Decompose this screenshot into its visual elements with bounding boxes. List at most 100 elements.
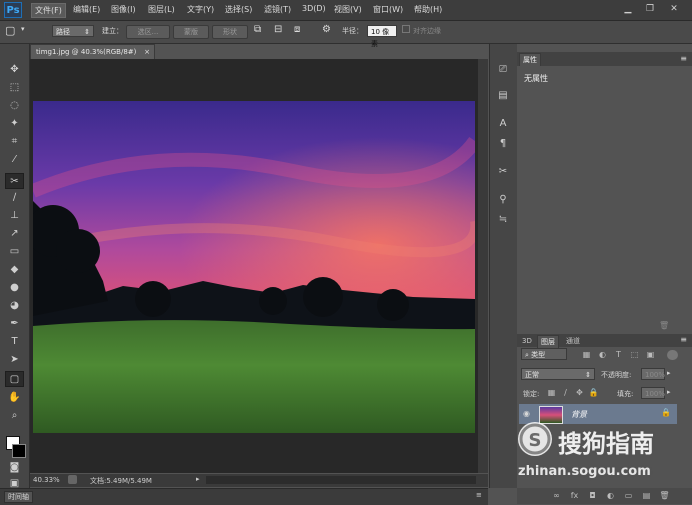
tab-layers[interactable]: 图层 [537, 335, 559, 348]
move-tool-icon[interactable]: ✥ [5, 62, 24, 78]
vertical-scrollbar[interactable] [478, 59, 488, 473]
marquee-tool-icon[interactable]: ⬚ [5, 80, 24, 96]
menu-image[interactable]: 图像(I) [111, 4, 136, 15]
properties-header: 属性 ≡ [517, 52, 692, 66]
tool-preset-arrow-icon[interactable]: ▾ [21, 25, 25, 33]
character-panel-icon[interactable]: A [494, 116, 512, 132]
filter-adjustment-icon[interactable]: ◐ [597, 350, 608, 360]
close-button[interactable]: ✕ [666, 3, 682, 15]
type-tool-icon[interactable]: T [5, 334, 24, 350]
healing-brush-tool-icon[interactable]: ✂ [5, 173, 24, 189]
lock-position-icon[interactable]: ✥ [574, 388, 585, 398]
brush-tool-icon[interactable]: ∕ [5, 190, 24, 206]
layer-filter-select[interactable]: ⌕ 类型 [521, 348, 567, 360]
tool-mode-select[interactable]: 路径 ⇕ [52, 25, 94, 37]
paint-bucket-tool-icon[interactable]: ◆ [5, 262, 24, 278]
path-alignment-icon[interactable]: ⊟ [274, 24, 282, 35]
document-size: 文档:5.49M/5.49M [90, 477, 152, 485]
layers-menu-icon[interactable]: ≡ [680, 335, 687, 344]
mask-button[interactable]: 蒙版 [173, 25, 209, 39]
menu-select[interactable]: 选择(S) [225, 4, 252, 15]
menu-window[interactable]: 窗口(W) [373, 4, 403, 15]
menu-type[interactable]: 文字(Y) [187, 4, 214, 15]
minimize-button[interactable]: ▁ [620, 3, 636, 15]
horizontal-scrollbar[interactable] [206, 476, 476, 484]
blur-tool-icon[interactable]: ● [5, 280, 24, 296]
shape-button[interactable]: 形状 [212, 25, 248, 39]
opacity-input[interactable]: 100% [641, 368, 665, 380]
panel-menu-icon[interactable]: ≡ [680, 54, 687, 63]
clone-stamp-tool-icon[interactable]: ⊥ [5, 208, 24, 224]
lock-all-icon[interactable]: 🔒 [588, 388, 599, 398]
menu-file[interactable]: 文件(F) [31, 3, 66, 18]
menu-help[interactable]: 帮助(H) [414, 4, 442, 15]
gear-icon[interactable]: ⚙ [322, 24, 331, 35]
document-tab[interactable]: timg1.jpg @ 40.3%(RGB/8#) × [30, 44, 155, 59]
magic-wand-tool-icon[interactable]: ✦ [5, 116, 24, 132]
dropdown-arrow-icon: ⇕ [585, 371, 591, 379]
document-tab-title: timg1.jpg @ 40.3%(RGB/8#) [36, 48, 137, 56]
lasso-tool-icon[interactable]: ◌ [5, 98, 24, 114]
timeline-tab[interactable]: 时间轴 [4, 491, 33, 503]
document-image[interactable] [33, 101, 475, 433]
shape-tool-icon[interactable]: ▢ [5, 371, 24, 387]
svg-text:S: S [529, 430, 542, 451]
align-edges-label: 对齐边缘 [413, 27, 441, 35]
history-panel-icon[interactable]: ⎚ [494, 62, 512, 78]
menu-3d[interactable]: 3D(D) [302, 4, 326, 13]
menu-edit[interactable]: 编辑(E) [73, 4, 100, 15]
zoom-tool-icon[interactable]: ⌕ [5, 408, 24, 424]
opacity-arrow-icon[interactable]: ▸ [667, 369, 671, 377]
filter-shape-icon[interactable]: ⬚ [629, 350, 640, 360]
path-selection-tool-icon[interactable]: ➤ [5, 352, 24, 368]
fill-input[interactable]: 100% [641, 387, 665, 399]
menu-filter[interactable]: 滤镜(T) [264, 4, 291, 15]
brush-presets-icon[interactable]: ⚲ [494, 192, 512, 208]
properties-tab[interactable]: 属性 [519, 53, 541, 66]
eraser-tool-icon[interactable]: ▭ [5, 244, 24, 260]
status-bar: 40.33% 文档:5.49M/5.49M ▸ [30, 474, 488, 487]
hand-tool-icon[interactable]: ✋ [5, 390, 24, 406]
rounded-rect-tool-icon[interactable]: ▢ [5, 24, 15, 37]
timeline-menu-icon[interactable]: ≡ [476, 491, 482, 499]
background-color-swatch[interactable] [12, 444, 26, 458]
actions-panel-icon[interactable]: ▤ [494, 88, 512, 104]
align-edges-checkbox[interactable] [402, 25, 410, 33]
properties-trash-icon[interactable]: 🗑 [659, 321, 669, 330]
menu-view[interactable]: 视图(V) [334, 4, 362, 15]
lock-transparency-icon[interactable]: ▦ [546, 388, 557, 398]
eye-icon[interactable]: ◉ [523, 409, 530, 418]
paragraph-panel-icon[interactable]: ¶ [494, 136, 512, 152]
blend-mode-value: 正常 [525, 371, 539, 379]
fill-arrow-icon[interactable]: ▸ [667, 388, 671, 396]
filter-type-icon[interactable]: T [613, 350, 624, 360]
menu-layer[interactable]: 图层(L) [148, 4, 175, 15]
tab-channels[interactable]: 通道 [563, 335, 583, 347]
filter-toggle[interactable] [667, 350, 678, 360]
status-info-icon[interactable] [68, 475, 77, 484]
tab-3d[interactable]: 3D [519, 335, 535, 347]
timeline-panel: 时间轴 ≡ [0, 488, 488, 505]
no-properties-text: 无属性 [524, 74, 548, 83]
zoom-level[interactable]: 40.33% [33, 476, 60, 484]
path-operations-icon[interactable]: ⧉ [254, 24, 261, 35]
blend-mode-select[interactable]: 正常 ⇕ [521, 368, 595, 380]
quick-mask-icon[interactable]: ◙ [5, 460, 24, 476]
radius-input[interactable]: 10 像素 [367, 25, 397, 48]
path-arrangement-icon[interactable]: ⧈ [294, 24, 300, 35]
restore-button[interactable]: ❐ [642, 3, 658, 15]
filter-smart-object-icon[interactable]: ▣ [645, 350, 656, 360]
lock-pixels-icon[interactable]: ∕ [560, 388, 571, 398]
tab-close-icon[interactable]: × [144, 45, 150, 60]
tool-presets-icon[interactable]: ✂ [494, 164, 512, 180]
pen-tool-icon[interactable]: ✒ [5, 316, 24, 332]
history-brush-tool-icon[interactable]: ↗ [5, 226, 24, 242]
eyedropper-tool-icon[interactable]: ⁄ [5, 152, 24, 168]
filter-pixel-icon[interactable]: ▦ [581, 350, 592, 360]
status-menu-arrow-icon[interactable]: ▸ [196, 475, 200, 483]
brush-panel-icon[interactable]: ≒ [494, 212, 512, 228]
crop-tool-icon[interactable]: ⌗ [5, 134, 24, 150]
tools-panel: ✥ ⬚ ◌ ✦ ⌗ ⁄ ✂ ∕ ⊥ ↗ ▭ ◆ ● ◕ ✒ T ➤ ▢ ✋ ⌕ … [0, 44, 30, 490]
dodge-tool-icon[interactable]: ◕ [5, 298, 24, 314]
selection-button[interactable]: 选区... [126, 25, 170, 39]
